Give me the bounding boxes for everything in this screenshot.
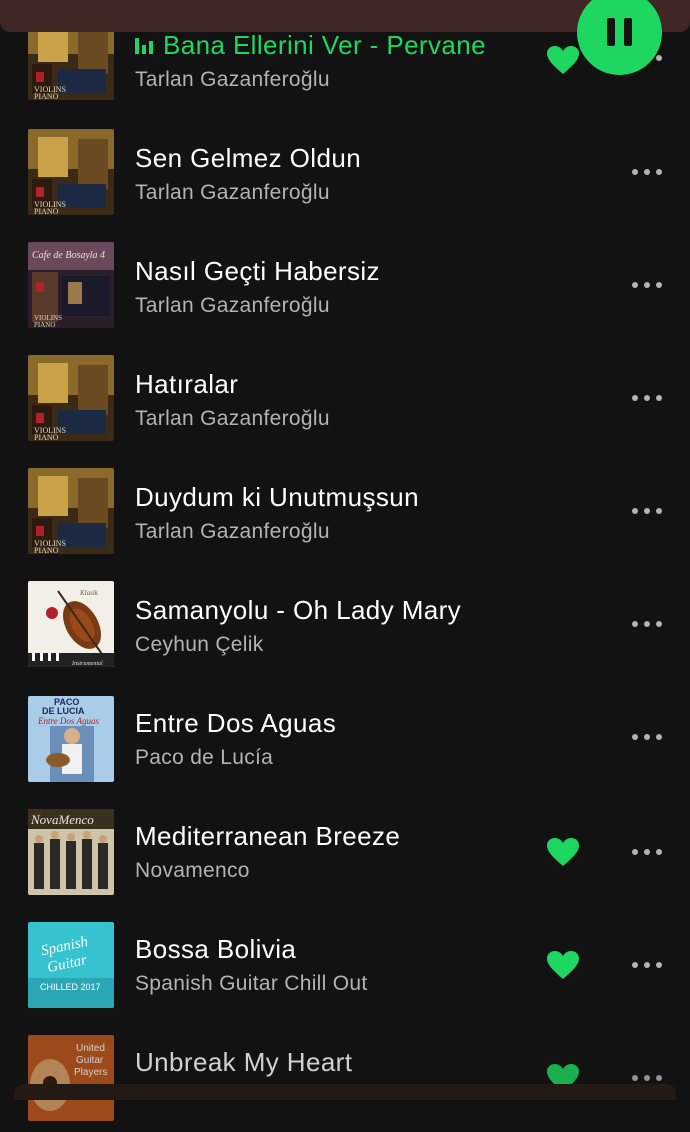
track-artist: Novamenco (135, 859, 250, 882)
album-art-united-guitar-players: United Guitar Players (28, 1035, 114, 1121)
album-art-spanish-guitar: Spanish Guitar CHILLED 2017 (28, 922, 114, 1008)
track-title: Unbreak My Heart (135, 1047, 353, 1077)
album-art: NovaMenco (28, 809, 114, 895)
track-row[interactable]: Spanish Guitar CHILLED 2017 Bossa Bolivi… (0, 906, 690, 1019)
track-title-text: Bana Ellerini Ver - Pervane (163, 30, 486, 60)
album-art: VIOLINS PIANO (28, 355, 114, 441)
liked-heart-icon[interactable] (546, 837, 580, 867)
more-options-icon[interactable] (630, 618, 664, 630)
album-art: Spanish Guitar CHILLED 2017 (28, 922, 114, 1008)
album-art-novamenco: NovaMenco (28, 809, 114, 895)
more-options-icon[interactable] (630, 392, 664, 404)
track-title: Bana Ellerini Ver - Pervane (135, 30, 486, 61)
svg-text:NovaMenco: NovaMenco (30, 812, 94, 827)
more-options-icon[interactable] (630, 279, 664, 291)
liked-heart-icon[interactable] (546, 45, 580, 75)
svg-text:Klasik: Klasik (79, 589, 99, 597)
svg-text:PIANO: PIANO (34, 433, 59, 441)
album-art-cafe-violins: VIOLINS PIANO (28, 129, 114, 215)
album-art-paco-de-lucia: PACO DE LUCIA Entre Dos Aguas (28, 696, 114, 782)
svg-text:PIANO: PIANO (34, 207, 59, 215)
more-options-icon[interactable] (630, 505, 664, 517)
album-art: Instrumental Klasik (28, 581, 114, 667)
track-title: Mediterranean Breeze (135, 821, 401, 851)
more-options-icon[interactable] (630, 731, 664, 743)
more-options-icon[interactable] (630, 846, 664, 858)
track-artist: Spanish Guitar Chill Out (135, 972, 368, 995)
track-title: Sen Gelmez Oldun (135, 143, 362, 173)
track-row[interactable]: Instrumental Klasik Samanyolu - Oh Lady … (0, 567, 690, 680)
album-art: United Guitar Players (28, 1035, 114, 1121)
mini-player-bar[interactable] (14, 1084, 676, 1100)
track-title: Duydum ki Unutmuşsun (135, 482, 419, 512)
album-art: PACO DE LUCIA Entre Dos Aguas (28, 696, 114, 782)
track-row[interactable]: VIOLINS PIANO Hatıralar Tarlan Gazanfero… (0, 341, 690, 454)
track-row[interactable]: United Guitar Players Unbreak My Heart (0, 1019, 690, 1132)
track-row[interactable]: VIOLINS PIANO Duydum ki Unutmuşsun Tarla… (0, 454, 690, 567)
svg-text:Players: Players (74, 1067, 107, 1078)
svg-text:Cafe de Bosayla 4: Cafe de Bosayla 4 (32, 250, 105, 261)
album-art-violin-classic: Instrumental Klasik (28, 581, 114, 667)
track-artist: Tarlan Gazanferoğlu (135, 407, 330, 430)
svg-text:PIANO: PIANO (34, 92, 59, 100)
more-options-icon[interactable] (630, 166, 664, 178)
track-title: Hatıralar (135, 369, 239, 399)
more-options-icon[interactable] (630, 1072, 664, 1084)
track-row[interactable]: Cafe de Bosayla 4 VIOLINS PIANO Nasıl Ge… (0, 228, 690, 341)
svg-text:CHILLED 2017: CHILLED 2017 (40, 982, 101, 992)
svg-text:Entre Dos Aguas: Entre Dos Aguas (37, 716, 99, 726)
track-row[interactable]: NovaMenco Mediterranean Breeze Novamenco (0, 793, 690, 906)
svg-text:DE LUCIA: DE LUCIA (42, 706, 85, 716)
pause-icon-bar-left (607, 18, 615, 46)
track-list: VIOLINS PIANO Bana Ellerini Ver - Pervan… (0, 0, 690, 1121)
album-art: Cafe de Bosayla 4 VIOLINS PIANO (28, 242, 114, 328)
album-art-cafe-bosayla: Cafe de Bosayla 4 VIOLINS PIANO (28, 242, 114, 328)
track-artist: Ceyhun Çelik (135, 633, 264, 656)
pause-icon-bar-right (624, 18, 632, 46)
track-row[interactable]: VIOLINS PIANO Sen Gelmez Oldun Tarlan Ga… (0, 115, 690, 228)
track-artist: Tarlan Gazanferoğlu (135, 68, 330, 91)
svg-text:Instrumental: Instrumental (71, 661, 103, 667)
svg-text:PIANO: PIANO (34, 546, 59, 554)
track-artist: Tarlan Gazanferoğlu (135, 181, 330, 204)
svg-text:United: United (76, 1043, 105, 1054)
track-artist: Paco de Lucía (135, 746, 274, 769)
album-art-cafe-violins: VIOLINS PIANO (28, 468, 114, 554)
track-title: Bossa Bolivia (135, 934, 297, 964)
track-row[interactable]: PACO DE LUCIA Entre Dos Aguas Entre Dos … (0, 680, 690, 793)
track-artist: Tarlan Gazanferoğlu (135, 294, 330, 317)
track-title: Entre Dos Aguas (135, 708, 337, 738)
track-title: Nasıl Geçti Habersiz (135, 256, 380, 286)
svg-text:PIANO: PIANO (34, 321, 55, 328)
now-playing-equalizer-icon (135, 36, 155, 54)
album-art-cafe-violins: VIOLINS PIANO (28, 355, 114, 441)
album-art: VIOLINS PIANO (28, 129, 114, 215)
liked-heart-icon[interactable] (546, 950, 580, 980)
svg-text:Guitar: Guitar (76, 1055, 104, 1066)
track-title: Samanyolu - Oh Lady Mary (135, 595, 462, 625)
more-options-icon[interactable] (630, 959, 664, 971)
track-artist: Tarlan Gazanferoğlu (135, 520, 330, 543)
album-art: VIOLINS PIANO (28, 468, 114, 554)
